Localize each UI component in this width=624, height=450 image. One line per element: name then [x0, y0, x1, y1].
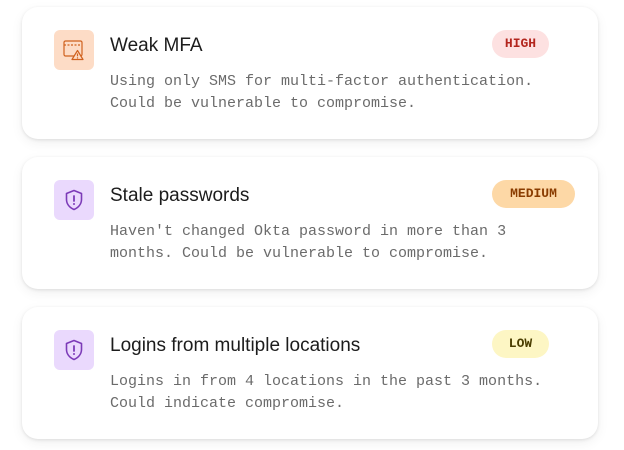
severity-badge-medium: MEDIUM [492, 180, 575, 208]
severity-badge-low: LOW [492, 330, 549, 358]
alert-card-weak-mfa[interactable]: Weak MFA HIGH Using only SMS for multi-f… [22, 7, 598, 139]
alert-title: Weak MFA [110, 35, 203, 56]
alert-description: Logins in from 4 locations in the past 3… [110, 373, 543, 412]
shield-alert-icon [54, 330, 94, 370]
alert-title: Stale passwords [110, 185, 250, 206]
alert-card-multiple-locations[interactable]: Logins from multiple locations LOW Login… [22, 307, 598, 439]
browser-warning-icon [54, 30, 94, 70]
alert-card-stale-passwords[interactable]: Stale passwords MEDIUM Haven't changed O… [22, 157, 598, 289]
alert-title: Logins from multiple locations [110, 335, 361, 356]
shield-alert-icon [54, 180, 94, 220]
alert-description: Haven't changed Okta password in more th… [110, 223, 507, 262]
severity-badge-high: HIGH [492, 30, 549, 58]
alert-description: Using only SMS for multi-factor authenti… [110, 73, 534, 112]
